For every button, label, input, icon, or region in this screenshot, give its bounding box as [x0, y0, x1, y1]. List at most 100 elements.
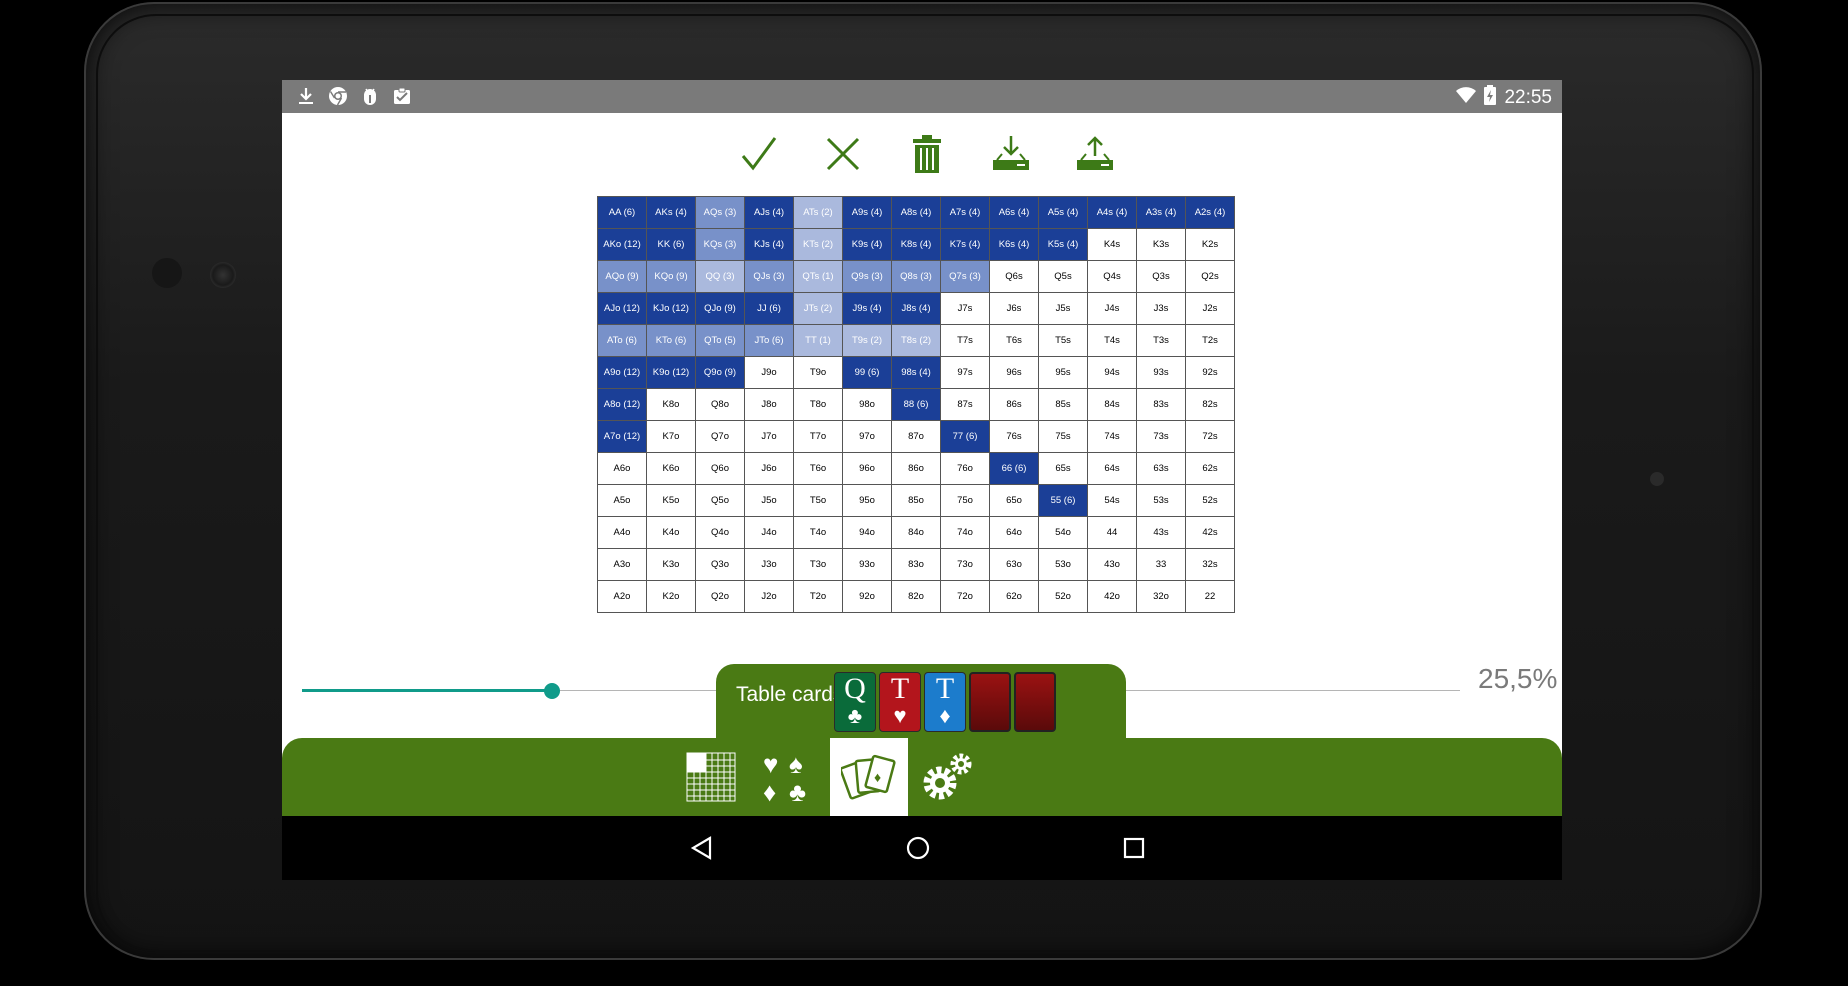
hand-cell[interactable]: T8o	[793, 388, 843, 421]
hand-cell[interactable]: A6o	[597, 452, 647, 485]
hand-cell[interactable]: A2o	[597, 580, 647, 613]
hand-cell[interactable]: JTo (6)	[744, 324, 794, 357]
hand-cell[interactable]: K7o	[646, 420, 696, 453]
hand-cell[interactable]: 93s	[1136, 356, 1186, 389]
hand-cell[interactable]: KJo (12)	[646, 292, 696, 325]
hand-cell[interactable]: T6s	[989, 324, 1039, 357]
hand-cell[interactable]: QQ (3)	[695, 260, 745, 293]
hand-cell[interactable]: K2s	[1185, 228, 1235, 261]
delete-button[interactable]	[905, 132, 949, 176]
back-button[interactable]	[686, 832, 718, 864]
hand-cell[interactable]: KJs (4)	[744, 228, 794, 261]
hand-cell[interactable]: QJs (3)	[744, 260, 794, 293]
hand-cell[interactable]: J4s	[1087, 292, 1137, 325]
hand-cell[interactable]: A7s (4)	[940, 196, 990, 229]
hand-cell[interactable]: Q8o	[695, 388, 745, 421]
hand-cell[interactable]: K3o	[646, 548, 696, 581]
hand-cell[interactable]: 76s	[989, 420, 1039, 453]
hand-cell[interactable]: K8o	[646, 388, 696, 421]
hand-cell[interactable]: J5s	[1038, 292, 1088, 325]
hand-cell[interactable]: J6o	[744, 452, 794, 485]
hand-cell[interactable]: KTo (6)	[646, 324, 696, 357]
hand-cell[interactable]: JJ (6)	[744, 292, 794, 325]
hand-cell[interactable]: J7o	[744, 420, 794, 453]
hand-cell[interactable]: 52s	[1185, 484, 1235, 517]
hand-cell[interactable]: A4o	[597, 516, 647, 549]
table-card[interactable]: T ♥	[879, 672, 921, 732]
hand-cell[interactable]: AA (6)	[597, 196, 647, 229]
hand-cell[interactable]: 33	[1136, 548, 1186, 581]
hand-cell[interactable]: AKs (4)	[646, 196, 696, 229]
hand-cell[interactable]: QTs (1)	[793, 260, 843, 293]
hand-cell[interactable]: A5o	[597, 484, 647, 517]
hand-cell[interactable]: 43o	[1087, 548, 1137, 581]
hand-cell[interactable]: QJo (9)	[695, 292, 745, 325]
hand-cell[interactable]: 64o	[989, 516, 1039, 549]
hand-cell[interactable]: Q4s	[1087, 260, 1137, 293]
hand-cell[interactable]: A3s (4)	[1136, 196, 1186, 229]
hand-cell[interactable]: T2s	[1185, 324, 1235, 357]
table-card[interactable]: T ♦	[924, 672, 966, 732]
hand-cell[interactable]: Q4o	[695, 516, 745, 549]
hand-cell[interactable]: Q5o	[695, 484, 745, 517]
hand-cell[interactable]: 99 (6)	[842, 356, 892, 389]
hand-cell[interactable]: Q6o	[695, 452, 745, 485]
hand-cell[interactable]: 75o	[940, 484, 990, 517]
hand-cell[interactable]: TT (1)	[793, 324, 843, 357]
hand-cell[interactable]: 97o	[842, 420, 892, 453]
hand-cell[interactable]: K7s (4)	[940, 228, 990, 261]
hand-cell[interactable]: JTs (2)	[793, 292, 843, 325]
hand-cell[interactable]: Q2s	[1185, 260, 1235, 293]
hand-cell[interactable]: A5s (4)	[1038, 196, 1088, 229]
cancel-button[interactable]	[821, 132, 865, 176]
hand-cell[interactable]: 95o	[842, 484, 892, 517]
tab-suits[interactable]: ♥ ♠ ♦ ♣	[750, 738, 828, 816]
hand-cell[interactable]: KK (6)	[646, 228, 696, 261]
hand-cell[interactable]: A2s (4)	[1185, 196, 1235, 229]
hand-cell[interactable]: T5o	[793, 484, 843, 517]
hand-cell[interactable]: 54s	[1087, 484, 1137, 517]
hand-cell[interactable]: AJs (4)	[744, 196, 794, 229]
hand-cell[interactable]: 65o	[989, 484, 1039, 517]
hand-cell[interactable]: 72o	[940, 580, 990, 613]
hand-cell[interactable]: 73s	[1136, 420, 1186, 453]
hand-cell[interactable]: 73o	[940, 548, 990, 581]
hand-cell[interactable]: J8s (4)	[891, 292, 941, 325]
hand-cell[interactable]: A9o (12)	[597, 356, 647, 389]
hand-cell[interactable]: T6o	[793, 452, 843, 485]
hand-cell[interactable]: K6s (4)	[989, 228, 1039, 261]
hand-cell[interactable]: Q7o	[695, 420, 745, 453]
hand-cell[interactable]: 88 (6)	[891, 388, 941, 421]
import-button[interactable]	[989, 132, 1033, 176]
hand-cell[interactable]: T7s	[940, 324, 990, 357]
hand-cell[interactable]: 32o	[1136, 580, 1186, 613]
hand-cell[interactable]: 22	[1185, 580, 1235, 613]
hand-cell[interactable]: 86s	[989, 388, 1039, 421]
hand-cell[interactable]: AJo (12)	[597, 292, 647, 325]
hand-cell[interactable]: Q8s (3)	[891, 260, 941, 293]
hand-cell[interactable]: 42o	[1087, 580, 1137, 613]
hand-cell[interactable]: 62s	[1185, 452, 1235, 485]
hand-cell[interactable]: J2o	[744, 580, 794, 613]
slider-thumb[interactable]	[544, 683, 560, 699]
hand-cell[interactable]: T9o	[793, 356, 843, 389]
hand-cell[interactable]: KQs (3)	[695, 228, 745, 261]
hand-cell[interactable]: K4o	[646, 516, 696, 549]
export-button[interactable]	[1073, 132, 1117, 176]
hand-cell[interactable]: 82o	[891, 580, 941, 613]
hand-cell[interactable]: 83s	[1136, 388, 1186, 421]
hand-cell[interactable]: K9s (4)	[842, 228, 892, 261]
hand-cell[interactable]: 74o	[940, 516, 990, 549]
hand-cell[interactable]: 75s	[1038, 420, 1088, 453]
hand-cell[interactable]: 83o	[891, 548, 941, 581]
hand-cell[interactable]: J3s	[1136, 292, 1186, 325]
hand-cell[interactable]: ATs (2)	[793, 196, 843, 229]
hand-cell[interactable]: T3o	[793, 548, 843, 581]
hand-cell[interactable]: 86o	[891, 452, 941, 485]
hand-cell[interactable]: 44	[1087, 516, 1137, 549]
confirm-button[interactable]	[737, 132, 781, 176]
hand-cell[interactable]: Q6s	[989, 260, 1039, 293]
hand-cell[interactable]: 65s	[1038, 452, 1088, 485]
hand-cell[interactable]: 85o	[891, 484, 941, 517]
hand-cell[interactable]: 84s	[1087, 388, 1137, 421]
